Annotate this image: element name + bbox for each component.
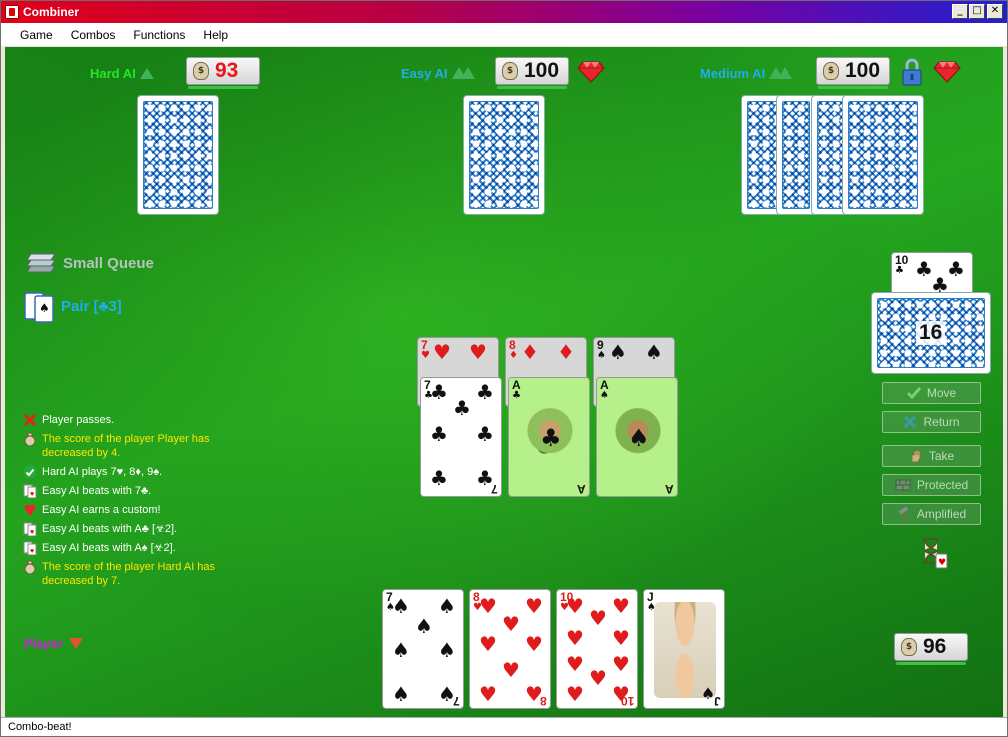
combo-label: Pair [♣3] [61, 298, 122, 315]
gem-icon [933, 61, 961, 83]
queue-label: Small Queue [63, 255, 154, 272]
menu-functions[interactable]: Functions [124, 28, 194, 42]
log-row: ♥ Easy AI beats with A♣ [☣2]. [23, 522, 223, 536]
opponent-card-back [463, 95, 545, 215]
close-button[interactable]: ✕ [987, 4, 1003, 19]
opponent-name-medium-ai: Medium AI [700, 66, 793, 81]
log-row: Easy AI earns a custom! [23, 503, 223, 517]
hammer-icon [898, 507, 909, 521]
moneybag-icon: $ [823, 62, 839, 80]
pair-combo-icon: ♠ [24, 292, 54, 323]
svg-text:♥: ♥ [30, 548, 34, 555]
score-bar [896, 662, 966, 665]
score-bar [818, 86, 888, 89]
score-value: 93 [215, 59, 239, 82]
cross-icon [23, 413, 37, 427]
deck-count: 16 [916, 321, 946, 345]
table-defense-card: 7 ♣ ♣ ♣ ♣ ♣ ♣ ♣ ♣ 7 [420, 377, 502, 497]
opponent-score-easy-ai: $ 100 [495, 57, 569, 89]
log-row: Player passes. [23, 413, 223, 427]
score-bar [188, 86, 258, 89]
hand-card[interactable]: 10 ♥ ♥ ♥ ♥ ♥ ♥ ♥ ♥ ♥ ♥ ♥ 10 [556, 589, 638, 709]
wall-icon [895, 479, 911, 491]
opponent-card-back [137, 95, 219, 215]
game-log: Player passes. The score of the player P… [23, 413, 223, 593]
opponent-name-hard-ai: Hard AI [90, 66, 154, 81]
hourglass-icon: ♥ [923, 538, 948, 569]
rank-mountain-icon [451, 67, 476, 79]
rank-mountain-icon [769, 67, 793, 79]
hand-icon [911, 449, 921, 463]
player-score: $ 96 [894, 633, 968, 665]
return-button[interactable]: Return [882, 411, 981, 433]
moneybag-icon: $ [193, 62, 209, 80]
menu-combos[interactable]: Combos [62, 28, 125, 42]
queue-icon [26, 253, 56, 273]
menu-game[interactable]: Game [11, 28, 62, 42]
rank-down-icon [69, 638, 84, 649]
svg-text:♥: ♥ [30, 529, 34, 536]
gem-icon [24, 505, 36, 516]
hand-card[interactable]: J ♠ ♠ J [643, 589, 725, 709]
opponent-card-back [842, 95, 924, 215]
gem-icon [577, 61, 605, 83]
log-row: The score of the player Hard AI has decr… [23, 560, 223, 588]
app-icon [5, 5, 19, 19]
cross-icon [904, 416, 917, 428]
game-table: Hard AI $ 93 Easy AI $ 100 Medium AI $ 1… [5, 47, 1003, 717]
menu-help[interactable]: Help [194, 28, 237, 42]
menu-bar: Game Combos Functions Help [1, 23, 1007, 46]
game-window: Combiner _ □ ✕ Game Combos Functions Hel… [0, 0, 1008, 737]
score-value: 100 [524, 59, 560, 82]
opponent-card-back [776, 95, 816, 215]
moneybag-icon [24, 560, 36, 574]
rank-up-icon [139, 68, 154, 79]
cards-icon: ♥ [23, 541, 37, 555]
hand-card[interactable]: 8 ♥ ♥ ♥ ♥ ♥ ♥ ♥ ♥ ♥ 8 [469, 589, 551, 709]
opponent-name-easy-ai: Easy AI [401, 66, 476, 81]
svg-text:♥: ♥ [30, 491, 34, 498]
moneybag-icon [24, 432, 36, 446]
table-defense-card-highlighted: A ♣ ♣ A [508, 377, 590, 497]
log-row: ♥ Easy AI beats with 7♣. [23, 484, 223, 498]
player-name: Player [24, 636, 84, 651]
log-row: Hard AI plays 7♥, 8♦, 9♠. [23, 465, 223, 479]
status-bar: Combo-beat! [1, 717, 1007, 736]
moneybag-icon: $ [502, 62, 518, 80]
protected-button[interactable]: Protected [882, 474, 981, 496]
maximize-button[interactable]: □ [969, 4, 985, 19]
opponent-score-medium-ai: $ 100 [816, 57, 890, 89]
score-bar [497, 86, 567, 89]
title-bar: Combiner _ □ ✕ [1, 1, 1007, 23]
svg-text:♥: ♥ [938, 558, 946, 568]
minimize-button[interactable]: _ [952, 4, 968, 19]
window-title: Combiner [23, 5, 80, 19]
check-icon [23, 465, 37, 479]
log-row: The score of the player Player has decre… [23, 432, 223, 460]
moneybag-icon: $ [901, 638, 917, 656]
check-icon [906, 387, 921, 399]
take-button[interactable]: Take [882, 445, 981, 467]
lock-icon [902, 58, 922, 86]
cards-icon: ♥ [23, 484, 37, 498]
cards-icon: ♥ [23, 522, 37, 536]
log-row: ♥ Easy AI beats with A♠ [☣2]. [23, 541, 223, 555]
svg-text:♠: ♠ [39, 301, 50, 315]
move-button[interactable]: Move [882, 382, 981, 404]
score-value: 96 [923, 635, 947, 658]
opponent-score-hard-ai: $ 93 [186, 57, 260, 89]
table-defense-card-highlighted: A ♠ ♠ A [596, 377, 678, 497]
score-value: 100 [845, 59, 881, 82]
hand-card[interactable]: 7 ♠ ♠ ♠ ♠ ♠ ♠ ♠ ♠ 7 [382, 589, 464, 709]
amplified-button[interactable]: Amplified [882, 503, 981, 525]
